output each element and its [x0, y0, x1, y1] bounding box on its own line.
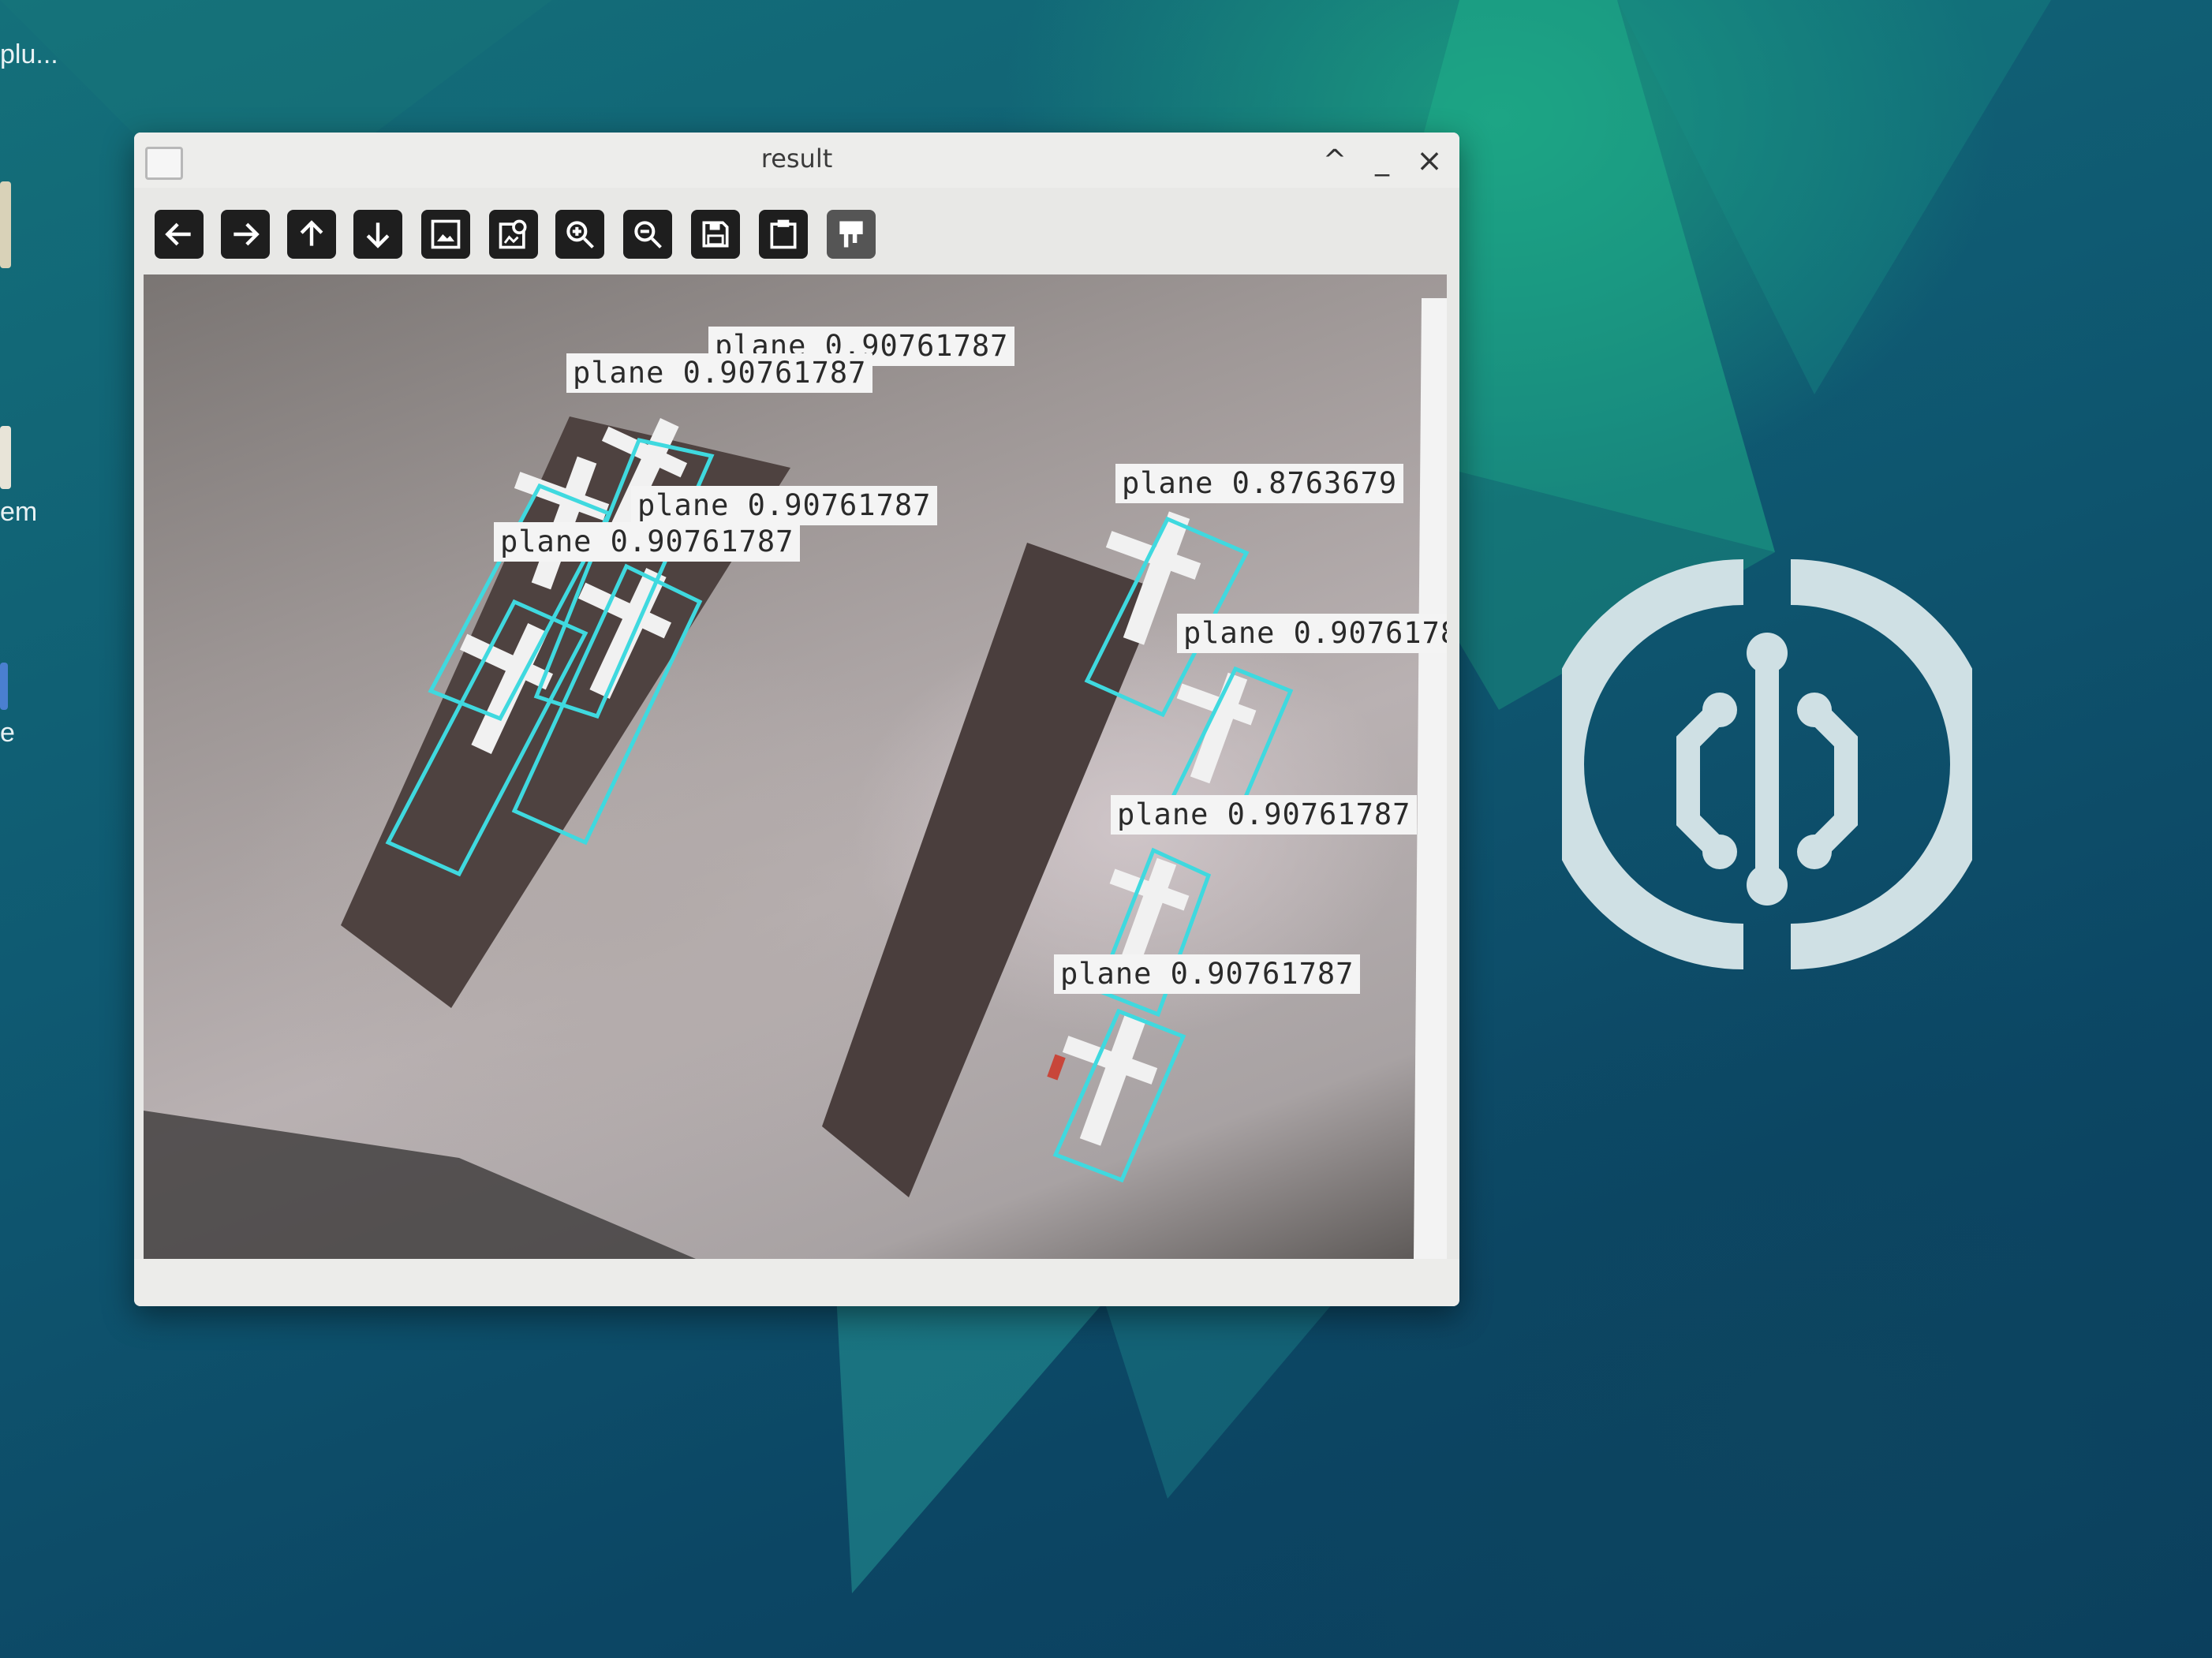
close-button[interactable]: × — [1414, 145, 1445, 177]
image-search-icon[interactable] — [489, 210, 538, 259]
desktop-icon-folder[interactable] — [0, 181, 47, 268]
desktop-icon-label: em — [0, 497, 38, 527]
desktop-icon-system[interactable]: em — [0, 426, 47, 528]
detection-label: plane 0.90761787 — [1054, 954, 1361, 994]
save-icon[interactable] — [691, 210, 740, 259]
detection-label: plane 0.90761787 — [494, 522, 801, 562]
toolbar — [134, 188, 1459, 274]
desktop-icon-label: plu... — [0, 39, 58, 69]
desktop-icon-home[interactable]: e — [0, 663, 47, 749]
image-icon[interactable] — [421, 210, 470, 259]
zoom-in-icon[interactable] — [555, 210, 604, 259]
clipboard-icon[interactable] — [759, 210, 808, 259]
folder-icon — [0, 181, 11, 268]
minimize-button[interactable]: _ — [1366, 145, 1398, 177]
up-arrow-icon[interactable] — [287, 210, 336, 259]
paint-icon[interactable] — [827, 210, 876, 259]
desktop-icon-plugin[interactable]: plu... — [0, 32, 58, 70]
window-title: result — [760, 144, 833, 174]
detection-label: plane 0.90761787 — [566, 353, 873, 393]
status-bar — [134, 1259, 1459, 1306]
forward-arrow-icon[interactable] — [221, 210, 270, 259]
window-titlebar[interactable]: result ^ _ × — [134, 133, 1459, 188]
maximize-button[interactable]: ^ — [1319, 145, 1351, 177]
aerial-scene — [144, 298, 1447, 1259]
file-icon — [0, 426, 11, 489]
detection-label: plane 0.8763679 — [1115, 464, 1404, 503]
detection-label: plane 0.90761787 — [1111, 795, 1418, 835]
back-arrow-icon[interactable] — [155, 210, 204, 259]
detection-label: plane 0.9076178 — [1177, 614, 1447, 653]
result-window[interactable]: result ^ _ × plane 0.90761787 plane 0.90… — [134, 133, 1459, 1306]
zoom-out-icon[interactable] — [623, 210, 672, 259]
result-image: plane 0.90761787 plane 0.90761787 plane … — [144, 274, 1447, 1259]
down-arrow-icon[interactable] — [353, 210, 402, 259]
home-icon — [0, 663, 8, 710]
distro-logo-icon — [1562, 559, 1972, 969]
detection-label: plane 0.90761787 — [631, 486, 938, 525]
desktop-icon-label: e — [0, 718, 15, 748]
